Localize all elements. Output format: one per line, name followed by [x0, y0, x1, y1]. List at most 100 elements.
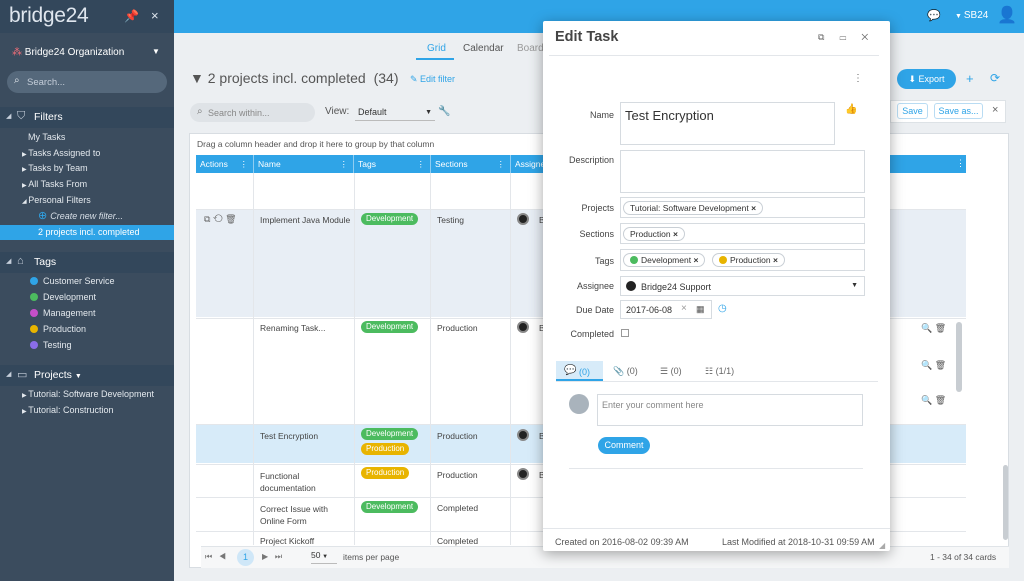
more-options-icon[interactable]: ⋮ [853, 73, 863, 84]
tags-field[interactable]: Development × Production × [620, 249, 865, 271]
chat-icon[interactable]: 💬 [927, 9, 941, 22]
assignee-select[interactable]: Bridge24 Support ▼ [620, 276, 865, 296]
export-button[interactable]: ⬇ Export [897, 69, 956, 89]
column-menu-icon[interactable]: ⋮ [240, 155, 249, 173]
trash-icon[interactable]: 🗑 [935, 395, 946, 405]
zoom-icon[interactable]: 🔍 [921, 395, 932, 405]
filter-label: All Tasks From [28, 179, 88, 189]
save-as-button[interactable]: Save as... [934, 103, 983, 119]
sidebar-tag-item[interactable]: Production [0, 322, 174, 337]
task-name[interactable]: Test Encryption [260, 431, 318, 441]
tab-checklist[interactable]: ☰ (0) [660, 366, 682, 377]
thumbs-up-icon[interactable]: 👍 [845, 104, 857, 115]
task-name[interactable]: Implement Java Module [260, 215, 350, 225]
sidebar-search-input[interactable]: ⌕ Search... [7, 71, 167, 93]
history-icon[interactable]: ⟲ [213, 214, 223, 224]
edit-filter-link[interactable]: ✎ Edit filter [410, 74, 455, 85]
comment-input[interactable]: Enter your comment here [597, 394, 863, 426]
tab-calendar[interactable]: Calendar [463, 43, 504, 54]
open-icon[interactable]: ⧉ [204, 214, 210, 224]
save-button[interactable]: Save [897, 103, 928, 119]
project-item[interactable]: ▶ Tutorial: Software Development [0, 387, 174, 402]
filter-tasks-assigned[interactable]: ▶ Tasks Assigned to [0, 146, 174, 161]
refresh-icon[interactable]: ⟳ [990, 71, 1000, 85]
name-field[interactable]: Test Encryption [620, 102, 835, 145]
trash-icon[interactable]: 🗑 [935, 360, 946, 370]
project-item[interactable]: ▶ Tutorial: Construction [0, 403, 174, 418]
resize-handle-icon[interactable]: ◢ [879, 541, 885, 550]
filter-my-tasks[interactable]: My Tasks [0, 130, 174, 145]
sidebar-tag-item[interactable]: Development [0, 290, 174, 305]
column-menu-icon[interactable]: ⋮ [497, 155, 506, 173]
sidebar-tag-item[interactable]: Testing [0, 338, 174, 353]
column-menu-icon[interactable]: ⋮ [417, 155, 426, 173]
tab-subtasks[interactable]: ☷ (1/1) [705, 366, 734, 377]
current-page[interactable]: 1 [237, 549, 254, 566]
column-header-name[interactable]: Name ⋮ [254, 155, 354, 173]
sidebar-tag-item[interactable]: Management [0, 306, 174, 321]
page-scrollbar-thumb[interactable] [1003, 465, 1008, 540]
trash-icon[interactable]: 🗑 [225, 214, 236, 224]
column-menu-icon[interactable]: ⋮ [956, 158, 965, 169]
column-header-actions[interactable]: Actions ⋮ [196, 155, 254, 173]
per-page-select[interactable]: 50 ▼ [311, 550, 337, 564]
tags-section-header[interactable]: ◢ ⌂ Tags [0, 252, 174, 273]
column-header-tags[interactable]: Tags ⋮ [354, 155, 431, 173]
task-name[interactable]: Project Kickoff [260, 536, 314, 546]
filter-tasks-by-team[interactable]: ▶ Tasks by Team [0, 161, 174, 176]
remove-icon[interactable]: × [673, 229, 678, 239]
grid-search-input[interactable]: ⌕ Search within... [190, 103, 315, 122]
description-field[interactable] [620, 150, 865, 193]
close-sidebar-icon[interactable]: × [151, 8, 159, 23]
column-header-sections[interactable]: Sections ⋮ [431, 155, 511, 173]
dialog-title: Edit Task [555, 29, 619, 45]
close-icon[interactable]: × [992, 104, 998, 116]
user-icon[interactable]: 👤 [997, 5, 1017, 25]
filter-selected-2-projects[interactable]: 2 projects incl. completed [0, 225, 174, 240]
filter-personal-filters[interactable]: ◢ Personal Filters [0, 193, 174, 208]
clear-icon[interactable]: × [681, 303, 687, 314]
view-select[interactable]: Default ▼ [355, 104, 435, 121]
prev-page-icon[interactable]: ◀ [219, 552, 226, 561]
organization-selector[interactable]: ⁂ Bridge24 Organization ▼ [12, 47, 167, 61]
projects-field[interactable]: Tutorial: Software Development × [620, 197, 865, 218]
pin-icon[interactable]: 📌 [124, 9, 139, 23]
task-name[interactable]: Renaming Task... [260, 323, 326, 333]
user-menu[interactable]: ▼ SB24 [955, 10, 988, 21]
column-menu-icon[interactable]: ⋮ [340, 155, 349, 173]
due-date-field[interactable]: 2017-06-08 × ▦ [620, 300, 712, 319]
next-page-icon[interactable]: ▶ [262, 552, 268, 561]
tag-badge: Production [361, 443, 410, 455]
remove-icon[interactable]: × [693, 255, 698, 265]
add-icon[interactable]: + [966, 71, 974, 86]
tab-attachments[interactable]: 📎 (0) [613, 366, 638, 377]
task-name[interactable]: Correct Issue with Online Form [260, 503, 350, 527]
zoom-icon[interactable]: 🔍 [921, 323, 932, 333]
comment-button[interactable]: Comment [598, 437, 650, 454]
popout-icon[interactable]: ⧉ [818, 32, 824, 42]
zoom-icon[interactable]: 🔍 [921, 360, 932, 370]
close-icon[interactable]: ✕ [861, 32, 868, 42]
scrollbar-thumb[interactable] [956, 322, 962, 392]
filter-all-tasks-from[interactable]: ▶ All Tasks From [0, 177, 174, 192]
tab-comments[interactable]: 💬 (0) [556, 361, 603, 381]
sidebar-tag-item[interactable]: Customer Service [0, 274, 174, 289]
create-new-filter-link[interactable]: ⊕ Create new filter... [0, 209, 174, 224]
filters-section-header[interactable]: ◢ ⛉ Filters [0, 107, 174, 128]
completed-checkbox[interactable] [621, 329, 629, 337]
last-page-icon[interactable]: ⏭ [275, 552, 282, 561]
maximize-icon[interactable]: ▭ [839, 32, 846, 42]
section-chip: Production × [623, 227, 685, 241]
remove-icon[interactable]: × [773, 255, 778, 265]
tab-grid[interactable]: Grid [427, 43, 446, 54]
calendar-icon[interactable]: ▦ [696, 304, 705, 315]
trash-icon[interactable]: 🗑 [935, 323, 946, 333]
clock-icon[interactable]: ◷ [718, 303, 727, 314]
tab-board[interactable]: Board [517, 43, 544, 54]
remove-icon[interactable]: × [751, 203, 756, 213]
wrench-icon[interactable]: 🔧 [438, 106, 450, 117]
first-page-icon[interactable]: ⏮ [205, 552, 212, 561]
projects-section-header[interactable]: ◢ ▭ Projects ▼ [0, 365, 174, 386]
sections-field[interactable]: Production × [620, 223, 865, 244]
task-name[interactable]: Functional documentation [260, 470, 350, 494]
